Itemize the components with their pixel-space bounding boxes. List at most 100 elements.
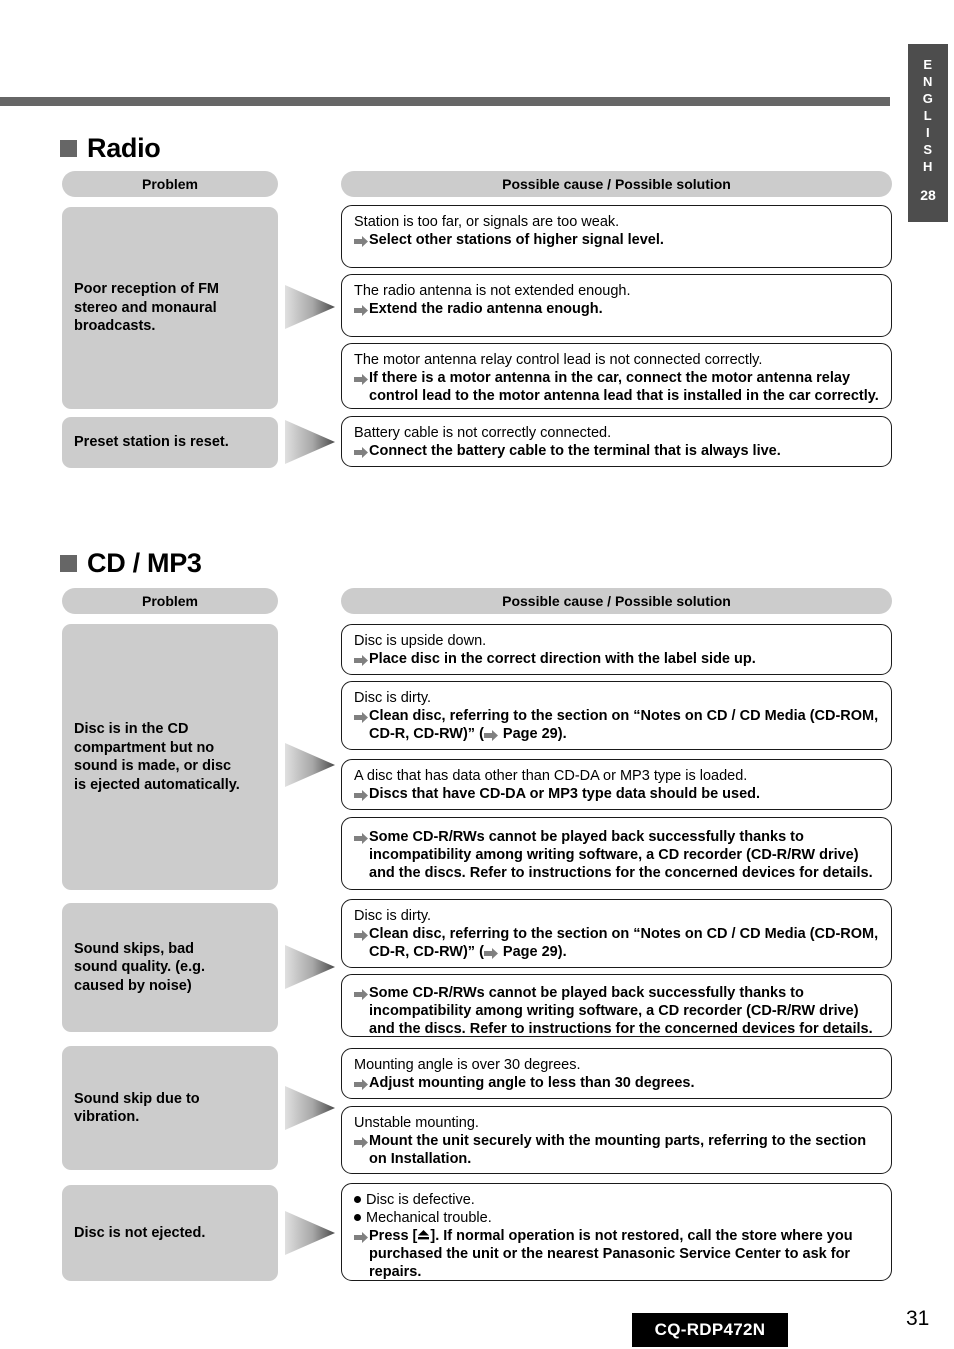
header-rule <box>0 97 890 106</box>
problem-line: Disc is in the CD <box>74 721 189 737</box>
cause-text: A disc that has data other than CD-DA or… <box>354 768 748 784</box>
cause-text: Unstable mounting. <box>354 1115 479 1131</box>
problem-line: is ejected automatically. <box>74 776 240 793</box>
column-header-problem-label: Problem <box>141 593 198 609</box>
solution-arrow-icon <box>354 788 368 806</box>
solution-line: purchased the unit or the nearest Panaso… <box>369 1246 851 1262</box>
solution-line: CD-R, CD-RW)” ( <box>369 944 484 960</box>
solution-box: Disc is dirty. Clean disc, referring to … <box>341 899 892 968</box>
solution-text: Place disc in the correct direction with… <box>354 650 880 668</box>
solution-text: Some CD-R/RWs cannot be played back succ… <box>354 828 880 882</box>
section-heading-cd-mp3: CD / MP3 <box>60 548 202 579</box>
side-tab-letter: L <box>923 108 933 123</box>
problem-text: Disc is not ejected. <box>74 1224 206 1241</box>
solution-line: ]. If normal operation is not restored, … <box>430 1228 853 1244</box>
cause-text: Battery cable is not correctly connected… <box>354 425 612 441</box>
square-bullet-icon <box>60 140 77 157</box>
solution-line: Some CD-R/RWs cannot be played back succ… <box>369 985 804 1001</box>
solution-box: Battery cable is not correctly connected… <box>341 416 892 467</box>
solution-arrow-icon <box>354 234 368 252</box>
problem-cell: Disc is not ejected. <box>62 1185 278 1281</box>
solution-line: incompatibility among writing software, … <box>369 1003 859 1019</box>
section-title: Radio <box>87 133 161 163</box>
solution-line: Select other stations of higher signal l… <box>369 232 664 248</box>
problem-line: Sound skips, bad <box>74 940 195 957</box>
cause-text: Disc is dirty. <box>354 690 432 706</box>
cause-text: Mounting angle is over 30 degrees. <box>354 1057 581 1073</box>
solution-line: Place disc in the correct direction with… <box>369 651 756 667</box>
solution-text: Extend the radio antenna enough. <box>354 300 880 318</box>
solution-box: Disc is defective. Mechanical trouble. P… <box>341 1183 892 1281</box>
solution-line: and the discs. Refer to instructions for… <box>369 1021 873 1037</box>
section-heading-radio: Radio <box>60 133 161 164</box>
solution-box: The motor antenna relay control lead is … <box>341 343 892 409</box>
solution-text: Clean disc, referring to the section on … <box>354 925 880 961</box>
solution-text: If there is a motor antenna in the car, … <box>354 369 880 405</box>
solution-arrow-icon <box>354 1135 368 1153</box>
page-folio: 31 <box>906 1307 930 1330</box>
solution-arrow-icon <box>354 372 368 390</box>
solution-text: Discs that have CD-DA or MP3 type data s… <box>354 785 880 803</box>
solution-line: repairs. <box>369 1264 422 1280</box>
solution-arrow-icon <box>354 445 368 463</box>
solution-line: Press [ <box>369 1228 418 1244</box>
manual-page: E N G L I S H 28 Radio Problem Possible … <box>0 0 954 1349</box>
solution-box: The radio antenna is not extended enough… <box>341 274 892 337</box>
bullet-dot-icon <box>354 1196 361 1203</box>
problem-cell: Sound skip due to vibration. <box>62 1046 278 1170</box>
solution-box: Mounting angle is over 30 degrees. Adjus… <box>341 1048 892 1099</box>
solution-line: If there is a motor antenna in the car, … <box>369 370 851 386</box>
bullet-item: Mechanical trouble. <box>354 1209 880 1227</box>
solution-arrow-icon <box>354 653 368 671</box>
solution-body: Press [ ]. If normal operation is not res… <box>369 1227 853 1281</box>
side-tab-letter: E <box>923 57 933 72</box>
problem-text: Preset station is reset. <box>74 434 229 451</box>
solution-line: Adjust mounting angle to less than 30 de… <box>369 1075 695 1091</box>
solution-arrow-icon <box>354 1230 368 1248</box>
page-ref-arrow-icon <box>483 946 498 964</box>
problem-text: Disc is in the CD compartment but no sou… <box>74 720 240 794</box>
solution-line: incompatibility among writing software, … <box>369 847 859 863</box>
column-header-problem-label: Problem <box>141 176 198 192</box>
problem-cell: Sound skips, bad sound quality. (e.g. ca… <box>62 903 278 1032</box>
square-bullet-icon <box>60 555 77 572</box>
problem-cell: Preset station is reset. <box>62 417 278 468</box>
model-badge: CQ-RDP472N <box>632 1313 788 1347</box>
solution-text: Select other stations of higher signal l… <box>354 231 880 249</box>
solution-line: Page 29). <box>498 944 567 960</box>
problem-line: sound is made, or disc <box>74 758 232 774</box>
solution-arrow-icon <box>354 987 368 1005</box>
eject-icon <box>417 1228 430 1246</box>
solution-arrow-icon <box>354 831 368 849</box>
flow-arrow-icon <box>285 1082 339 1134</box>
flow-arrow-icon <box>285 941 339 993</box>
solution-line: Extend the radio antenna enough. <box>369 301 603 317</box>
section-title: CD / MP3 <box>87 548 202 578</box>
problem-cell: Disc is in the CD compartment but no sou… <box>62 624 278 890</box>
solution-body: Clean disc, referring to the section on … <box>369 707 878 743</box>
cause-text: Disc is upside down. <box>354 633 487 649</box>
solution-line: control lead to the motor antenna lead t… <box>369 388 879 404</box>
side-tab-letter: H <box>923 159 933 174</box>
problem-line: sound quality. (e.g. <box>74 959 206 976</box>
problem-line: broadcasts. <box>74 318 156 335</box>
language-side-tab: E N G L I S H 28 <box>908 44 948 222</box>
flow-arrow-icon <box>285 416 339 468</box>
solution-line: Discs that have CD-DA or MP3 type data s… <box>369 786 761 802</box>
model-name: CQ-RDP472N <box>654 1320 766 1339</box>
problem-line: Poor reception of FM <box>74 281 219 298</box>
side-tab-number: 28 <box>920 187 936 203</box>
column-header-cause-solution: Possible cause / Possible solution <box>341 171 892 197</box>
solution-line: and the discs. Refer to instructions for… <box>369 865 873 881</box>
problem-cell: Poor reception of FM stereo and monaural… <box>62 207 278 409</box>
solution-text: Some CD-R/RWs cannot be played back succ… <box>354 984 880 1038</box>
page-ref-arrow-icon <box>483 728 498 746</box>
solution-text: Press [ ]. If normal operation is not res… <box>354 1227 880 1281</box>
problem-text: Poor reception of FM stereo and monaural… <box>74 280 219 336</box>
solution-arrow-icon <box>354 1077 368 1095</box>
solution-line: Some CD-R/RWs cannot be played back succ… <box>369 829 804 845</box>
column-header-problem: Problem <box>62 171 278 197</box>
solution-arrow-icon <box>354 303 368 321</box>
problem-line: caused by noise) <box>74 977 192 994</box>
side-tab-letter: G <box>922 91 934 106</box>
